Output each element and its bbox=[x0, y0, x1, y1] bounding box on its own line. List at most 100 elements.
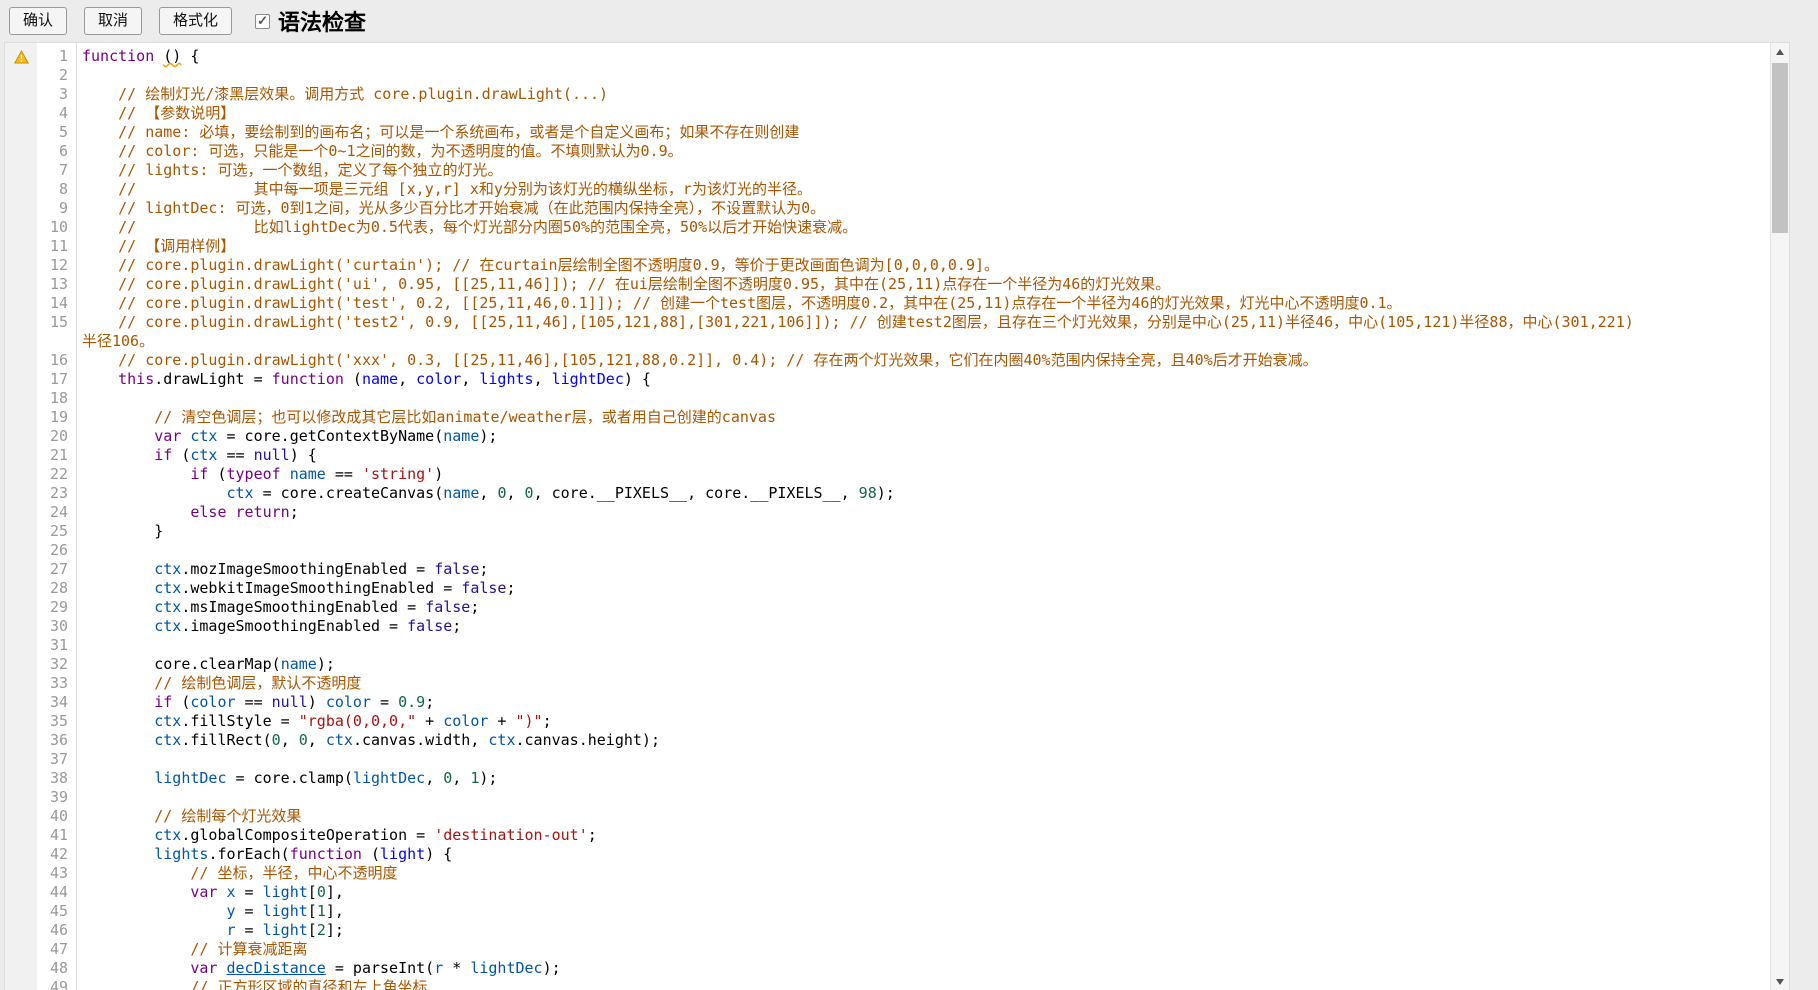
code-line[interactable]: // 坐标，半径，中心不透明度 bbox=[77, 864, 1770, 883]
code-line[interactable]: // 其中每一项是三元组 [x,y,r] x和y分别为该灯光的横纵坐标，r为该灯… bbox=[77, 180, 1770, 199]
code-editor[interactable]: 1function () {23 // 绘制灯光/漆黑层效果。调用方式 core… bbox=[4, 42, 1790, 990]
line-number: 23 bbox=[37, 484, 77, 503]
code-line[interactable]: ctx.fillStyle = "rgba(0,0,0," + color + … bbox=[77, 712, 1770, 731]
gutter-marker bbox=[5, 503, 37, 522]
code-line[interactable]: // 绘制灯光/漆黑层效果。调用方式 core.plugin.drawLight… bbox=[77, 85, 1770, 104]
line-number: 28 bbox=[37, 579, 77, 598]
code-line[interactable]: this.drawLight = function (name, color, … bbox=[77, 370, 1770, 389]
code-line[interactable]: core.clearMap(name); bbox=[77, 655, 1770, 674]
code-line[interactable]: if (typeof name == 'string') bbox=[77, 465, 1770, 484]
line-number: 38 bbox=[37, 769, 77, 788]
code-line[interactable]: function () { bbox=[77, 47, 1770, 66]
code-line[interactable]: ctx.imageSmoothingEnabled = false; bbox=[77, 617, 1770, 636]
code-line[interactable]: ctx = core.createCanvas(name, 0, 0, core… bbox=[77, 484, 1770, 503]
code-line[interactable]: ctx.globalCompositeOperation = 'destinat… bbox=[77, 826, 1770, 845]
gutter-marker bbox=[5, 256, 37, 275]
code-line[interactable]: ctx.fillRect(0, 0, ctx.canvas.width, ctx… bbox=[77, 731, 1770, 750]
line-number: 9 bbox=[37, 199, 77, 218]
line-number: 41 bbox=[37, 826, 77, 845]
page: { "toolbar": { "confirm": "确认", "cancel"… bbox=[0, 0, 1818, 990]
code-line-row: 18 bbox=[5, 389, 1770, 408]
code-line[interactable]: // lightDec: 可选，0到1之间，光从多少百分比才开始衰减（在此范围内… bbox=[77, 199, 1770, 218]
code-line-row: 44 var x = light[0], bbox=[5, 883, 1770, 902]
code-line[interactable]: else return; bbox=[77, 503, 1770, 522]
code-line[interactable]: // 计算衰减距离 bbox=[77, 940, 1770, 959]
code-line[interactable]: lightDec = core.clamp(lightDec, 0, 1); bbox=[77, 769, 1770, 788]
scroll-up-button[interactable] bbox=[1771, 43, 1789, 60]
code-line[interactable]: // lights: 可选，一个数组，定义了每个独立的灯光。 bbox=[77, 161, 1770, 180]
code-line[interactable] bbox=[77, 541, 1770, 560]
line-number: 19 bbox=[37, 408, 77, 427]
code-line[interactable]: // core.plugin.drawLight('test', 0.2, [[… bbox=[77, 294, 1770, 313]
code-line[interactable]: // color: 可选，只能是一个0~1之间的数，为不透明度的值。不填则默认为… bbox=[77, 142, 1770, 161]
code-line[interactable]: // 绘制色调层，默认不透明度 bbox=[77, 674, 1770, 693]
gutter-marker bbox=[5, 617, 37, 636]
vertical-scrollbar[interactable] bbox=[1770, 43, 1789, 990]
scrollbar-thumb[interactable] bbox=[1772, 63, 1788, 233]
code-line[interactable] bbox=[77, 788, 1770, 807]
format-button[interactable]: 格式化 bbox=[159, 7, 232, 35]
code-line[interactable] bbox=[77, 389, 1770, 408]
code-line-row: 23 ctx = core.createCanvas(name, 0, 0, c… bbox=[5, 484, 1770, 503]
gutter-marker bbox=[5, 389, 37, 408]
code-line[interactable]: y = light[1], bbox=[77, 902, 1770, 921]
code-line-row: 13 // core.plugin.drawLight('ui', 0.95, … bbox=[5, 275, 1770, 294]
code-line[interactable] bbox=[77, 66, 1770, 85]
line-number: 39 bbox=[37, 788, 77, 807]
code-line-row: 9 // lightDec: 可选，0到1之间，光从多少百分比才开始衰减（在此范… bbox=[5, 199, 1770, 218]
syntax-check-checkbox[interactable]: ✓ bbox=[255, 14, 270, 29]
code-line[interactable]: // core.plugin.drawLight('test2', 0.9, [… bbox=[77, 313, 1770, 351]
code-line[interactable]: var ctx = core.getContextByName(name); bbox=[77, 427, 1770, 446]
code-line-row: 33 // 绘制色调层，默认不透明度 bbox=[5, 674, 1770, 693]
line-number: 35 bbox=[37, 712, 77, 731]
warning-icon bbox=[5, 47, 37, 66]
code-line-row: 39 bbox=[5, 788, 1770, 807]
up-arrow-icon bbox=[1776, 49, 1784, 55]
gutter-marker bbox=[5, 693, 37, 712]
code-line-row: 15 // core.plugin.drawLight('test2', 0.9… bbox=[5, 313, 1770, 351]
code-line[interactable]: // core.plugin.drawLight('curtain'); // … bbox=[77, 256, 1770, 275]
gutter-marker bbox=[5, 921, 37, 940]
code-line[interactable]: // core.plugin.drawLight('xxx', 0.3, [[2… bbox=[77, 351, 1770, 370]
code-line[interactable]: // 正方形区域的直径和左上角坐标 bbox=[77, 978, 1770, 990]
code-line[interactable]: // 比如lightDec为0.5代表，每个灯光部分内圈50%的范围全亮，50%… bbox=[77, 218, 1770, 237]
code-line[interactable] bbox=[77, 636, 1770, 655]
code-line[interactable]: if (ctx == null) { bbox=[77, 446, 1770, 465]
code-line[interactable]: // 【调用样例】 bbox=[77, 237, 1770, 256]
toolbar: 确认 取消 格式化 ✓ 语法检查 bbox=[0, 0, 1818, 42]
code-line-row: 47 // 计算衰减距离 bbox=[5, 940, 1770, 959]
gutter-marker bbox=[5, 902, 37, 921]
code-line-row: 19 // 清空色调层；也可以修改成其它层比如animate/weather层，… bbox=[5, 408, 1770, 427]
gutter-marker bbox=[5, 218, 37, 237]
gutter-marker bbox=[5, 978, 37, 990]
code-line[interactable]: ctx.mozImageSmoothingEnabled = false; bbox=[77, 560, 1770, 579]
code-line[interactable]: ctx.msImageSmoothingEnabled = false; bbox=[77, 598, 1770, 617]
line-number: 12 bbox=[37, 256, 77, 275]
code-line[interactable]: // 绘制每个灯光效果 bbox=[77, 807, 1770, 826]
cancel-button[interactable]: 取消 bbox=[84, 7, 142, 35]
code-line-row: 3 // 绘制灯光/漆黑层效果。调用方式 core.plugin.drawLig… bbox=[5, 85, 1770, 104]
gutter-marker bbox=[5, 598, 37, 617]
code-line[interactable]: // name: 必填，要绘制到的画布名；可以是一个系统画布，或者是个自定义画布… bbox=[77, 123, 1770, 142]
code-line[interactable]: r = light[2]; bbox=[77, 921, 1770, 940]
gutter-marker bbox=[5, 294, 37, 313]
confirm-button[interactable]: 确认 bbox=[9, 7, 67, 35]
scroll-down-button[interactable] bbox=[1771, 973, 1789, 990]
gutter-marker bbox=[5, 712, 37, 731]
code-line[interactable]: ctx.webkitImageSmoothingEnabled = false; bbox=[77, 579, 1770, 598]
code-line[interactable]: } bbox=[77, 522, 1770, 541]
code-line[interactable]: if (color == null) color = 0.9; bbox=[77, 693, 1770, 712]
code-line[interactable] bbox=[77, 750, 1770, 769]
code-line[interactable]: // core.plugin.drawLight('ui', 0.95, [[2… bbox=[77, 275, 1770, 294]
code-line[interactable]: lights.forEach(function (light) { bbox=[77, 845, 1770, 864]
code-line-row: 26 bbox=[5, 541, 1770, 560]
code-line[interactable]: // 清空色调层；也可以修改成其它层比如animate/weather层，或者用… bbox=[77, 408, 1770, 427]
code-line[interactable]: var decDistance = parseInt(r * lightDec)… bbox=[77, 959, 1770, 978]
line-number: 11 bbox=[37, 237, 77, 256]
code-lines[interactable]: 1function () {23 // 绘制灯光/漆黑层效果。调用方式 core… bbox=[5, 43, 1770, 990]
code-line[interactable]: // 【参数说明】 bbox=[77, 104, 1770, 123]
code-line-row: 31 bbox=[5, 636, 1770, 655]
code-line-row: 36 ctx.fillRect(0, 0, ctx.canvas.width, … bbox=[5, 731, 1770, 750]
code-line[interactable]: var x = light[0], bbox=[77, 883, 1770, 902]
code-line-row: 14 // core.plugin.drawLight('test', 0.2,… bbox=[5, 294, 1770, 313]
